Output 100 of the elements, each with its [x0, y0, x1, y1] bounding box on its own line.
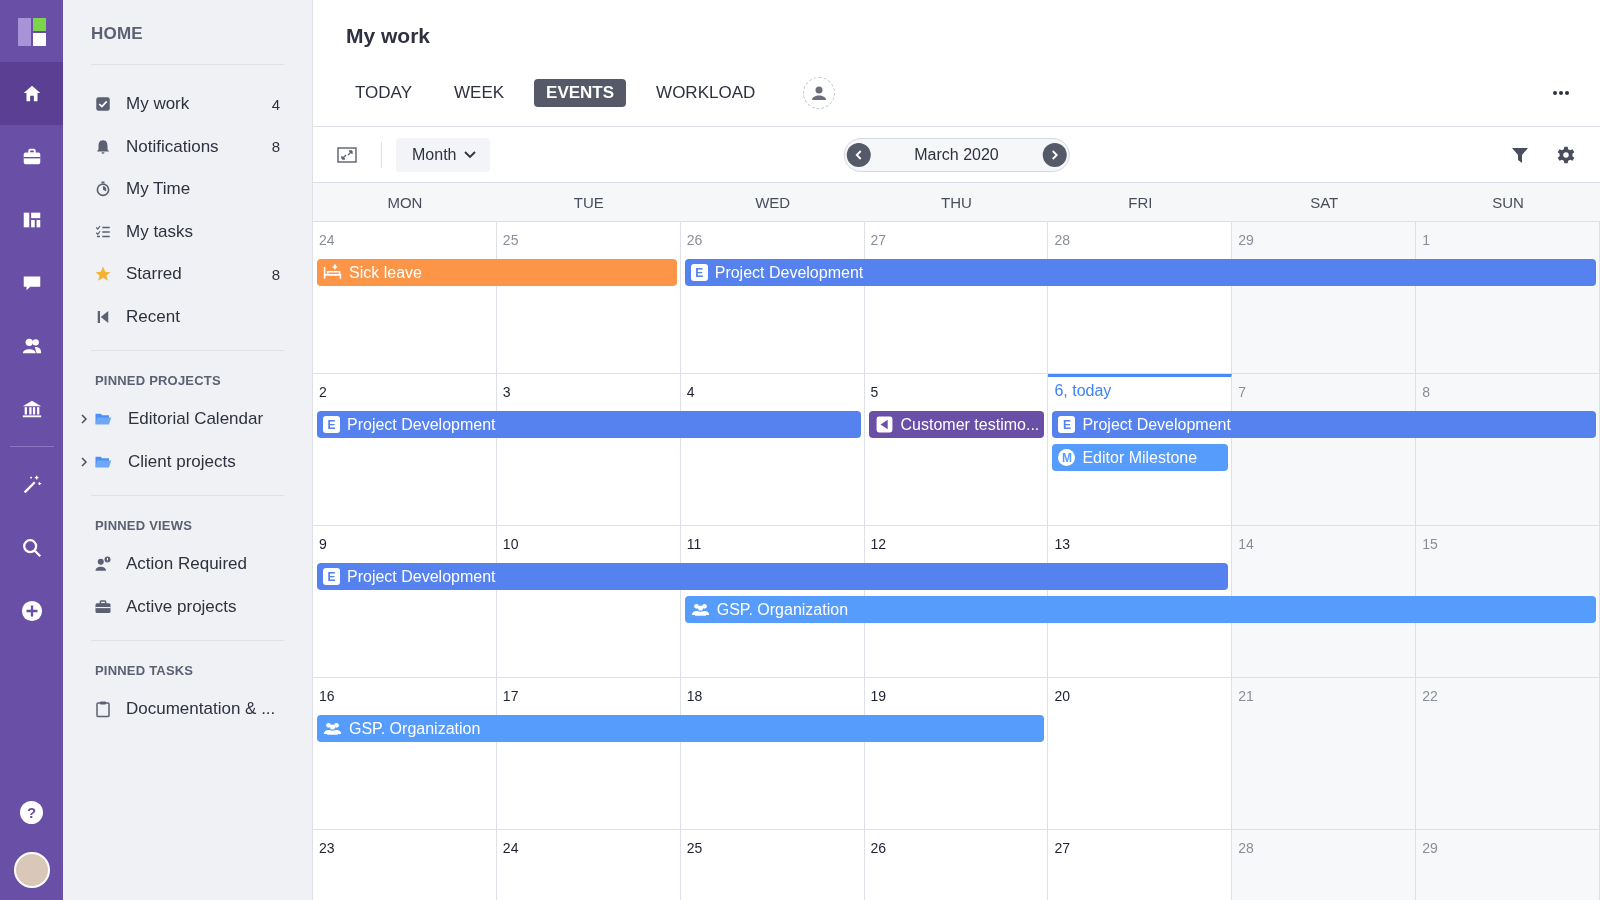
sidebar-item[interactable]: Editorial Calendar — [128, 409, 284, 430]
day-number: 22 — [1421, 687, 1438, 704]
settings-icon[interactable] — [1556, 144, 1576, 165]
chevron-icon[interactable] — [79, 456, 89, 467]
item-count: 8 — [271, 265, 280, 283]
item-count: 4 — [271, 95, 280, 113]
day-number: 7 — [1237, 383, 1247, 400]
weekday-header: TUE — [572, 192, 605, 213]
day-number: 1 — [1421, 231, 1430, 248]
section-title: PINNED PROJECTS — [94, 372, 222, 390]
epic-icon: E — [323, 568, 340, 585]
day-number: 25 — [685, 839, 703, 856]
weekday-header: FRI — [1127, 192, 1154, 213]
chevron-right-icon — [1049, 149, 1060, 160]
event-bar[interactable]: E Project Development — [317, 563, 1229, 590]
day-number: 29 — [1421, 839, 1438, 856]
event-bar[interactable]: Customer testimo... — [868, 411, 1045, 438]
chevron-left-icon — [853, 149, 864, 160]
event-bar[interactable]: E Project Development — [317, 411, 861, 438]
view-tab[interactable]: WORKLOAD — [644, 79, 768, 107]
day-number: 12 — [869, 535, 887, 552]
day-number: 19 — [869, 687, 887, 704]
event-bar[interactable]: E Project Development — [684, 259, 1596, 286]
more-icon[interactable] — [1552, 90, 1570, 96]
day-number: 17 — [501, 687, 519, 704]
section-title: PINNED TASKS — [94, 662, 195, 680]
view-tab[interactable]: WEEK — [442, 79, 517, 107]
star-icon — [94, 265, 112, 284]
day-number: 13 — [1053, 535, 1070, 552]
day-number: 26 — [869, 839, 887, 856]
sidebar-item[interactable]: Documentation & ... — [126, 699, 284, 720]
day-number: 29 — [1237, 231, 1254, 248]
person-alert-icon — [94, 555, 112, 574]
view-tab[interactable]: TODAY — [343, 79, 424, 107]
day-number: 15 — [1421, 535, 1438, 552]
app-logo[interactable] — [17, 18, 46, 46]
home-nav-item[interactable] — [0, 62, 63, 125]
check-icon — [94, 95, 112, 114]
caret-icon — [464, 150, 477, 159]
day-number: 11 — [685, 535, 702, 552]
previous-button[interactable] — [846, 142, 871, 167]
day-number: 5 — [869, 383, 879, 400]
next-button[interactable] — [1042, 142, 1067, 167]
day-number: 3 — [501, 383, 511, 400]
day-number: 9 — [318, 535, 327, 552]
milestone-icon: M — [1058, 449, 1076, 466]
day-number: 16 — [318, 687, 335, 704]
user-avatar[interactable] — [13, 852, 50, 888]
page-title: My work — [346, 24, 432, 48]
add-icon — [20, 599, 43, 622]
day-number: 4 — [685, 383, 695, 400]
briefcase-icon — [94, 597, 112, 616]
weekday-header: SUN — [1491, 192, 1525, 213]
day-number: 23 — [318, 839, 335, 856]
expand-icon[interactable] — [337, 144, 357, 165]
sidebar-item[interactable]: My tasks — [126, 221, 284, 242]
day-number: 28 — [1237, 839, 1254, 856]
section-title: PINNED VIEWS — [94, 517, 194, 535]
search-icon — [20, 536, 43, 559]
sidebar-item[interactable]: My Time — [126, 179, 284, 200]
day-number: 6, today — [1053, 381, 1112, 400]
clipboard-icon — [94, 700, 112, 719]
sidebar-item[interactable]: Active projects — [126, 596, 284, 617]
day-number: 18 — [685, 687, 703, 704]
bell-icon — [94, 137, 112, 156]
day-number: 27 — [869, 231, 887, 248]
view-dropdown[interactable]: Month — [396, 137, 491, 172]
weekday-header: THU — [940, 192, 973, 213]
day-number: 20 — [1053, 687, 1070, 704]
sidebar-item[interactable]: My work — [126, 94, 258, 115]
period-label: March 2020 — [913, 145, 1000, 164]
day-number: 21 — [1237, 687, 1254, 704]
day-number: 28 — [1053, 231, 1070, 248]
weekday-header: SAT — [1309, 192, 1340, 213]
timer-icon — [94, 180, 112, 199]
view-tab[interactable]: EVENTS — [534, 79, 627, 107]
epic-icon: E — [323, 416, 340, 433]
sidebar-item[interactable]: Notifications — [126, 136, 258, 157]
help-button[interactable]: ? — [20, 801, 43, 824]
chevron-icon[interactable] — [79, 414, 89, 425]
sidebar-item[interactable]: Action Required — [126, 554, 284, 575]
bed-icon — [323, 263, 342, 282]
person-icon — [811, 85, 828, 101]
section-title: HOME — [91, 0, 284, 65]
sidebar-item[interactable]: Client projects — [128, 451, 284, 472]
day-number: 2 — [318, 383, 327, 400]
sidebar-item[interactable]: Starred — [126, 264, 258, 285]
weekday-header: MON — [386, 192, 424, 213]
weekday-header: WED — [754, 192, 792, 213]
day-number: 24 — [318, 231, 335, 248]
day-number: 8 — [1421, 383, 1430, 400]
day-number: 14 — [1237, 535, 1254, 552]
sidebar-item[interactable]: Recent — [126, 306, 284, 327]
day-number: 25 — [501, 231, 519, 248]
day-number: 10 — [501, 535, 519, 552]
day-number: 24 — [501, 839, 519, 856]
event-bar[interactable]: E Project Development — [1052, 411, 1596, 438]
epic-icon: E — [690, 264, 708, 281]
day-number: 26 — [685, 231, 703, 248]
day-number: 27 — [1053, 839, 1070, 856]
